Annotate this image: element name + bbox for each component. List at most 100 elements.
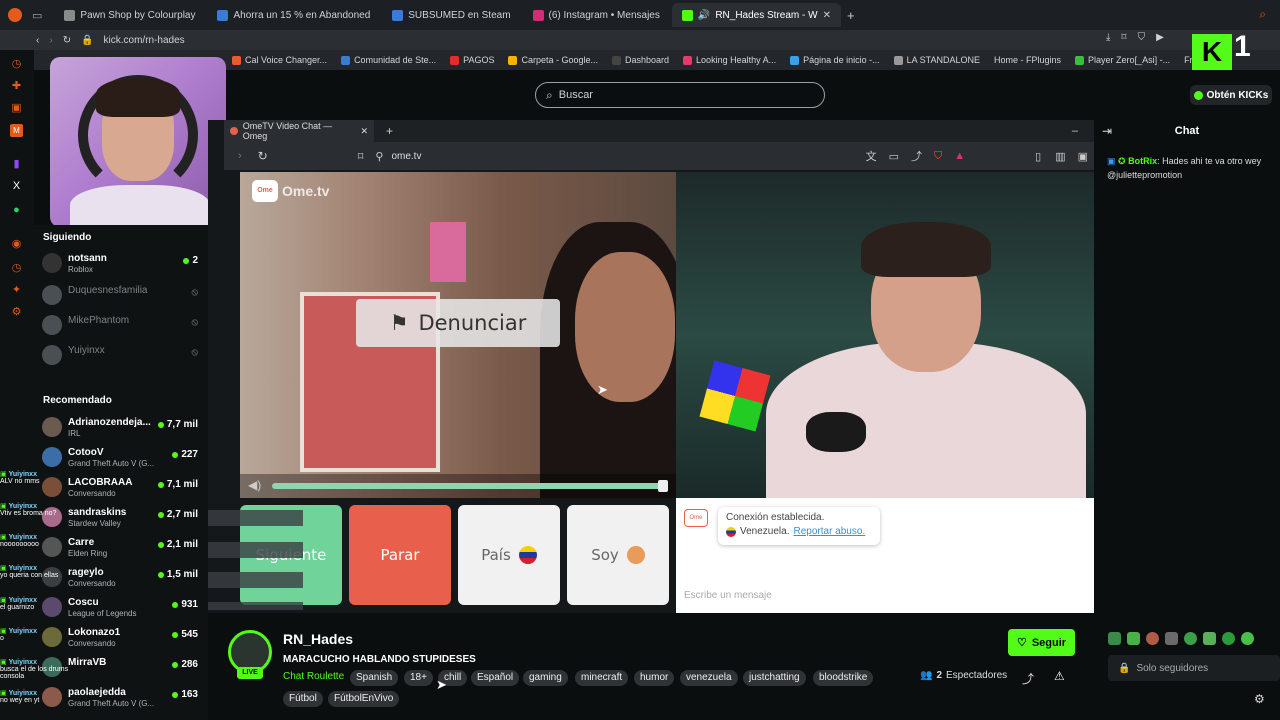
bookmark-item[interactable]: PAGOS (450, 55, 494, 65)
sidebar-item-recommended[interactable]: Adrianozendeja... IRL 7,7 mil (42, 415, 202, 443)
forward-icon[interactable]: › (49, 35, 52, 46)
gender-button[interactable]: Soy (567, 505, 669, 605)
channel-name[interactable]: RN_Hades (283, 631, 353, 647)
country-button[interactable]: País (458, 505, 560, 605)
url-field[interactable]: kick.com/rn-hades (104, 35, 185, 46)
volume-thumb[interactable] (658, 480, 668, 492)
sidebar-item-following[interactable]: Duquesnesfamilia ⦸ (42, 283, 202, 311)
extension-icon[interactable]: ⤓ (1106, 32, 1110, 43)
stream-tag[interactable]: bloodstrike (813, 670, 874, 686)
close-tab-icon[interactable]: ✕ (823, 10, 831, 21)
stream-tag[interactable]: minecraft (575, 670, 629, 686)
browser-tab[interactable]: Pawn Shop by Colourplay (54, 3, 205, 27)
report-abuse-link[interactable]: Reportar abuso. (794, 526, 866, 537)
bookmark-item[interactable]: Dashboard (612, 55, 669, 65)
browser-tab[interactable]: Ahorra un 15 % en Abandoned (207, 3, 380, 27)
play-icon[interactable]: ▶ (1156, 32, 1164, 43)
minimize-icon[interactable]: – (1072, 125, 1078, 137)
forward-icon[interactable]: › (238, 150, 242, 162)
search-input[interactable]: ⌕ Buscar (535, 82, 825, 108)
shield-icon[interactable]: ⛉ (1138, 32, 1146, 43)
close-tab-icon[interactable]: ✕ (360, 126, 368, 137)
history-icon[interactable]: ◷ (10, 58, 23, 71)
new-tab-icon[interactable]: + (847, 8, 855, 23)
search-icon[interactable]: ⌕ (1259, 7, 1266, 22)
emote-icon[interactable] (1241, 632, 1254, 645)
bookmark-item[interactable]: Carpeta - Google... (508, 55, 598, 65)
bookmark-icon[interactable]: ⌑ (358, 150, 364, 163)
whatsapp-icon[interactable]: ● (10, 204, 23, 217)
emote-icon[interactable] (1127, 632, 1140, 645)
get-kicks-button[interactable]: Obtén KICKs (1190, 85, 1272, 105)
inner-tab[interactable]: OmeTV Video Chat — Omeg ✕ (224, 120, 374, 142)
report-icon[interactable]: ⚠ (1054, 669, 1065, 683)
share-icon[interactable]: ⤴ (911, 148, 922, 164)
follow-button[interactable]: ♡ Seguir (1008, 629, 1075, 656)
bookmark-item[interactable]: Página de inicio -... (790, 55, 880, 65)
record-icon[interactable]: ◉ (10, 238, 23, 251)
emote-icon[interactable] (1184, 632, 1197, 645)
stream-tag[interactable]: justchatting (743, 670, 806, 686)
stop-button[interactable]: Parar (349, 505, 451, 605)
emote-icon[interactable] (1108, 632, 1121, 645)
volume-bar[interactable]: ◀) (240, 474, 676, 498)
stream-tag[interactable]: Spanish (350, 670, 399, 686)
bookmark-item[interactable]: Looking Healthy A... (683, 55, 776, 65)
translate-icon[interactable]: 文 (866, 148, 877, 164)
bookmark-item[interactable]: Comunidad de Ste... (341, 55, 436, 65)
bookmark-icon[interactable]: ▣ (10, 102, 23, 115)
bookmark-item[interactable]: LA STANDALONE (893, 55, 980, 65)
twitch-icon[interactable]: ▮ (10, 158, 23, 171)
bookmark-item[interactable]: Player Zero[_Asi] -... (1075, 55, 1170, 65)
bookmark-item[interactable]: Cal Voice Changer... (232, 55, 327, 65)
inner-url-field[interactable]: ome.tv (391, 151, 421, 162)
gear-icon[interactable]: ⚙ (10, 306, 23, 319)
wallet-icon[interactable]: ▣ (1078, 150, 1088, 163)
stream-tag[interactable]: humor (634, 670, 675, 686)
browser-tab[interactable]: SUBSUMED en Steam (382, 3, 520, 27)
brave-icon[interactable]: ⛉ (934, 150, 942, 163)
browser-tab[interactable]: (6) Instagram • Mensajes (523, 3, 670, 27)
emote-icon[interactable] (1146, 632, 1159, 645)
chat-input[interactable]: 🔒 Solo seguidores (1108, 655, 1280, 681)
puzzle-icon[interactable]: ✚ (10, 80, 23, 93)
sidebar-item-following[interactable]: Yuiyinxx ⦸ (42, 343, 202, 371)
cast-icon[interactable]: ▭ (889, 150, 899, 163)
panel-icon[interactable]: ▥ (1055, 150, 1065, 163)
stream-category[interactable]: Chat Roulette (283, 671, 344, 682)
bookmark-icon[interactable]: ⌑ (1121, 32, 1126, 43)
reload-icon[interactable]: ↻ (258, 149, 268, 163)
emote-icon[interactable] (1203, 632, 1216, 645)
stream-tag[interactable]: Español (471, 670, 520, 686)
stream-tag[interactable]: FútbolEnVivo (328, 691, 400, 707)
bookmark-item[interactable]: Home - FPlugins (994, 55, 1061, 65)
share-icon[interactable]: ⤴ (1022, 670, 1034, 687)
mail-icon[interactable]: M (10, 124, 23, 137)
stream-tag[interactable]: gaming (523, 670, 568, 686)
firefox-icon[interactable] (8, 8, 22, 22)
emote-icon[interactable] (1165, 632, 1178, 645)
rewards-icon[interactable]: ▲ (954, 150, 965, 162)
sidebar-item-following[interactable]: MikePhantom ⦸ (42, 313, 202, 341)
channel-avatar[interactable]: LIVE (228, 630, 272, 679)
stream-tag[interactable]: Fútbol (283, 691, 323, 707)
sidebar-toggle-icon[interactable]: ▯ (1035, 150, 1041, 163)
message-input[interactable]: Escribe un mensaje (684, 590, 1084, 601)
bookmark-label: Looking Healthy A... (696, 55, 777, 65)
tabs-overview-icon[interactable]: ▭ (32, 9, 42, 22)
x-icon[interactable]: X (10, 180, 23, 193)
extension-icon[interactable]: ✦ (10, 284, 23, 297)
reload-icon[interactable]: ↻ (63, 35, 71, 46)
sidebar-item-recommended[interactable]: CotooV Grand Theft Auto V (G... 227 (42, 445, 202, 473)
browser-tab-active[interactable]: 🔊 RN_Hades Stream - W ✕ (671, 3, 841, 27)
chat-username[interactable]: BotRix (1128, 156, 1157, 166)
stream-tag[interactable]: venezuela (680, 670, 738, 686)
report-button[interactable]: ⚑ Denunciar (356, 299, 560, 347)
gear-icon[interactable]: ⚙ (1254, 692, 1265, 706)
emote-icon[interactable] (1222, 632, 1235, 645)
back-icon[interactable]: ‹ (36, 35, 39, 46)
clock-icon[interactable]: ◷ (10, 262, 23, 275)
sidebar-item-following[interactable]: notsann Roblox 2 (42, 251, 202, 279)
stream-tag[interactable]: 18+ (404, 670, 433, 686)
new-tab-icon[interactable]: + (386, 124, 393, 138)
